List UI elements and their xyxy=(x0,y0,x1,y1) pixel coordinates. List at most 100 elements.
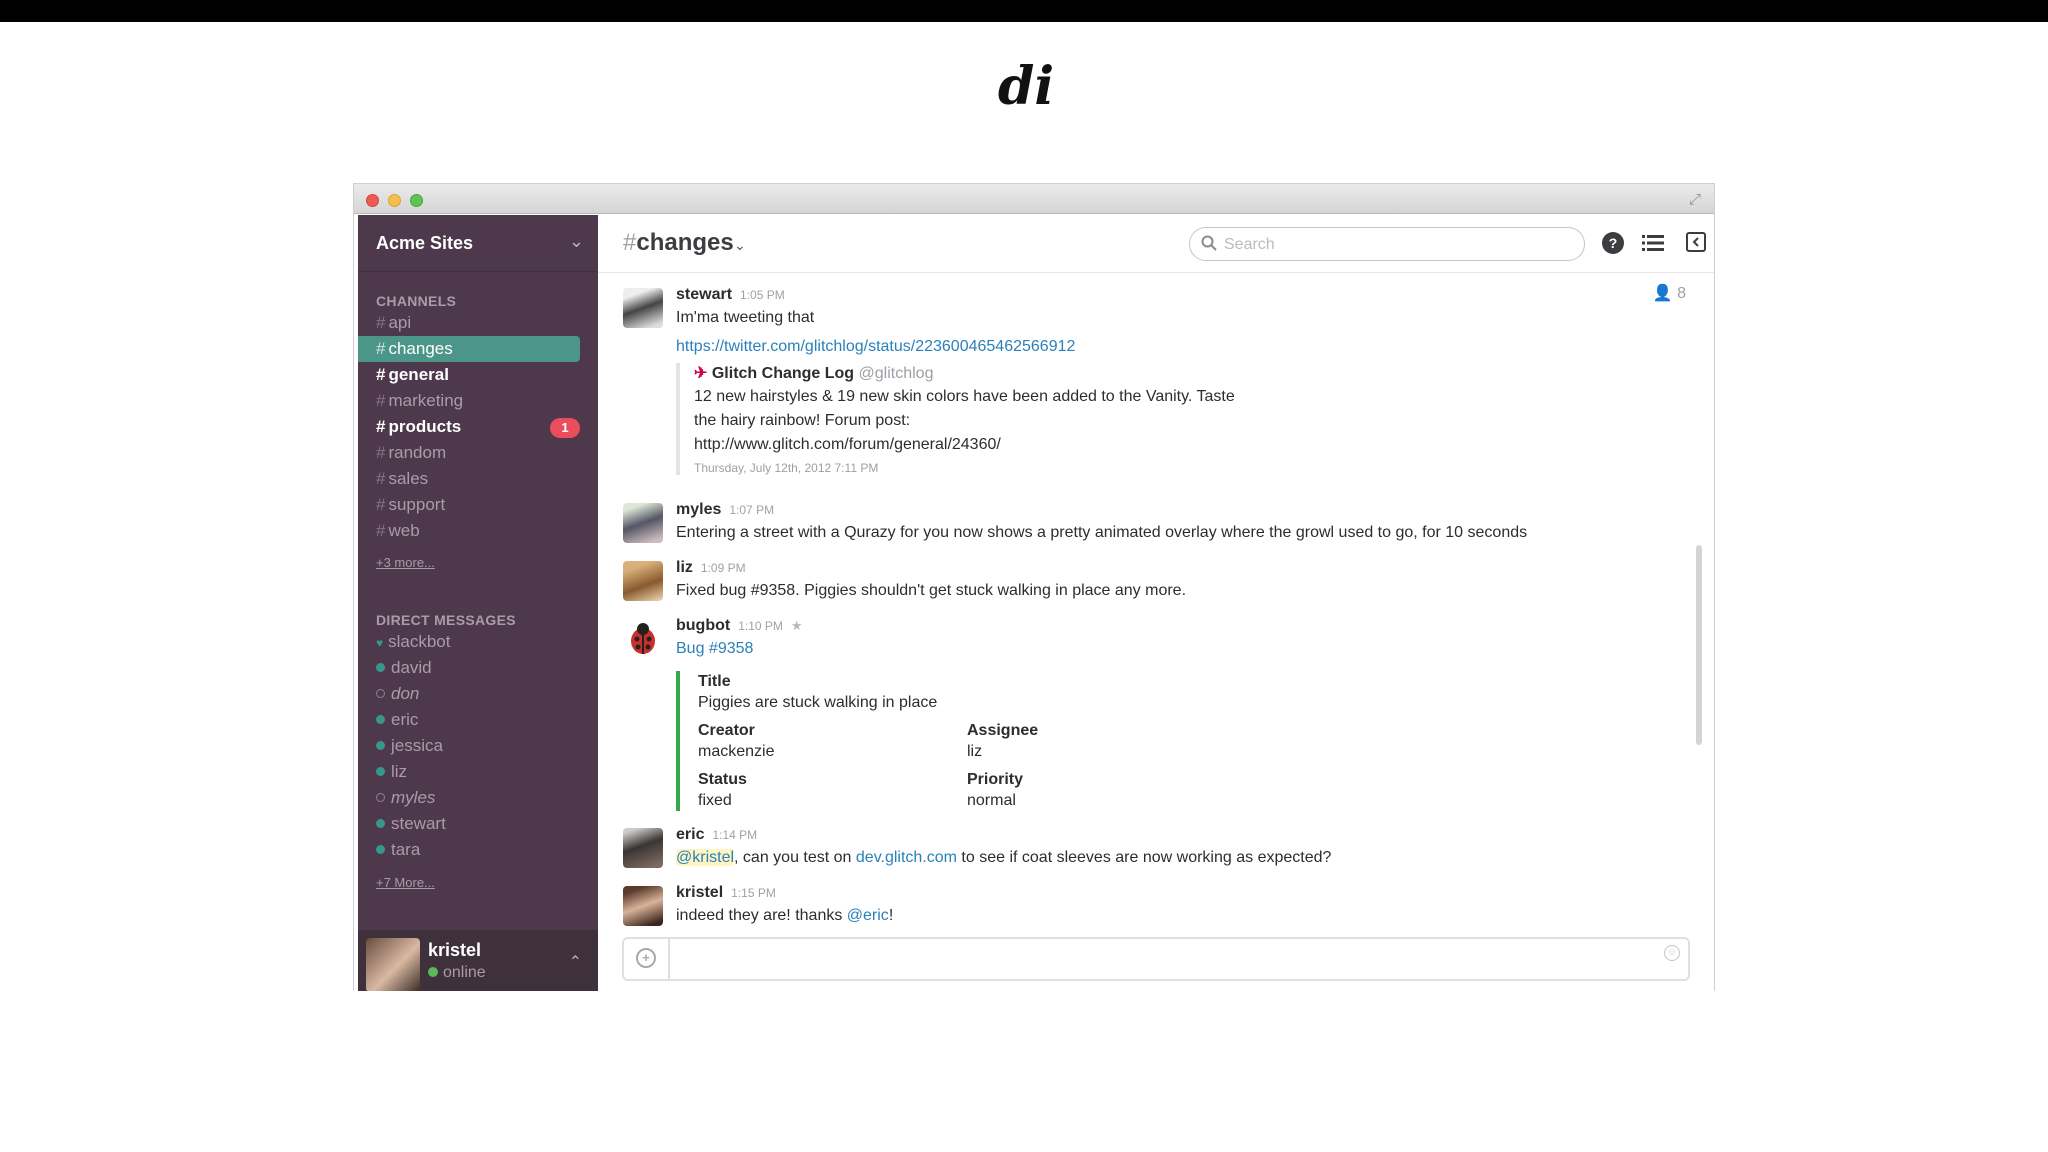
dm-eric[interactable]: eric xyxy=(376,707,418,733)
ladybug-icon[interactable] xyxy=(623,619,663,659)
emoji-icon[interactable]: ☺ xyxy=(1664,945,1680,961)
dm-jessica[interactable]: jessica xyxy=(376,733,443,759)
dev-link[interactable]: dev.glitch.com xyxy=(856,849,957,866)
search-input[interactable] xyxy=(1224,234,1564,256)
sidebar-item-products[interactable]: # products 1 xyxy=(358,414,580,440)
avatar[interactable] xyxy=(623,288,663,328)
sidebar-item-marketing[interactable]: # marketing xyxy=(358,388,580,414)
channel-label: changes xyxy=(388,339,453,358)
message-timestamp[interactable]: 1:10 PM xyxy=(738,619,783,633)
avatar[interactable] xyxy=(623,503,663,543)
user-footer[interactable]: kristel online ⌃ xyxy=(358,930,598,991)
channel-header: #changes ⌄ ? xyxy=(598,215,1714,273)
team-menu[interactable]: Acme Sites ⌄ xyxy=(358,215,598,272)
dm-liz[interactable]: liz xyxy=(376,759,407,785)
user-mention[interactable]: @eric xyxy=(847,907,889,924)
message-author[interactable]: myles xyxy=(676,501,721,518)
chevron-up-icon[interactable]: ⌃ xyxy=(569,952,582,972)
panel-arrow-icon xyxy=(1692,237,1699,247)
presence-active-icon xyxy=(376,715,385,724)
message-text: indeed they are! thanks @eric! xyxy=(676,907,894,924)
presence-active-icon xyxy=(376,663,385,672)
presence-away-icon xyxy=(376,689,385,698)
avatar[interactable] xyxy=(623,886,663,926)
message-input[interactable] xyxy=(680,948,1640,970)
message-timestamp[interactable]: 1:15 PM xyxy=(731,886,776,900)
bird-icon: ✈ xyxy=(694,365,708,382)
message-list: 👤 8 stewart 1:05 PM Im'ma tweeting that h… xyxy=(598,273,1714,926)
message-timestamp[interactable]: 1:07 PM xyxy=(729,503,774,517)
heart-icon: ♥ xyxy=(376,636,384,650)
channel-label: support xyxy=(388,495,446,514)
search-icon xyxy=(1201,235,1217,251)
search-box[interactable] xyxy=(1189,227,1585,261)
more-channels-link[interactable]: +3 more... xyxy=(376,555,435,570)
dm-myles[interactable]: myles xyxy=(376,785,435,811)
presence-active-icon xyxy=(376,819,385,828)
channel-label: api xyxy=(388,313,412,332)
zoom-window-button[interactable] xyxy=(410,194,423,207)
help-icon[interactable]: ? xyxy=(1602,232,1624,254)
channel-label: marketing xyxy=(388,391,464,410)
more-dms-link[interactable]: +7 More... xyxy=(376,875,435,890)
chevron-down-icon[interactable]: ⌄ xyxy=(734,237,746,254)
sidebar-item-changes[interactable]: # changes xyxy=(358,336,580,362)
sidebar-item-random[interactable]: # random xyxy=(358,440,580,466)
channels-header[interactable]: CHANNELS xyxy=(376,293,456,309)
presence-away-icon xyxy=(376,793,385,802)
forum-link[interactable]: http://www.glitch.com/forum/general/2436… xyxy=(694,433,1235,457)
sidebar-item-api[interactable]: # api xyxy=(358,310,580,336)
fullscreen-icon[interactable]: ⤢ xyxy=(1686,191,1704,209)
sidebar-item-general[interactable]: # general xyxy=(358,362,580,388)
direct-messages-header[interactable]: DIRECT MESSAGES xyxy=(376,612,516,628)
message-author[interactable]: kristel xyxy=(676,884,723,901)
dm-david[interactable]: david xyxy=(376,655,432,681)
upload-button[interactable]: + xyxy=(624,939,670,979)
top-black-bar xyxy=(0,0,2048,22)
current-user-status: online xyxy=(428,964,486,982)
channel-title[interactable]: #changes xyxy=(623,229,734,257)
channel-label: general xyxy=(388,365,449,384)
channel-label: random xyxy=(388,443,447,462)
svg-text:di: di xyxy=(998,56,1054,117)
brand-logo: di xyxy=(998,56,1054,117)
presence-active-icon xyxy=(376,741,385,750)
attachment-author[interactable]: ✈ Glitch Change Log @glitchlog xyxy=(694,363,1235,383)
message-timestamp[interactable]: 1:09 PM xyxy=(701,561,746,575)
upload-icon: + xyxy=(636,948,656,968)
attachment-text: 12 new hairstyles & 19 new skin colors h… xyxy=(694,388,1235,405)
bug-status-field: Status fixed xyxy=(698,771,747,809)
tweet-link[interactable]: https://twitter.com/glitchlog/status/223… xyxy=(676,336,1676,358)
minimize-window-button[interactable] xyxy=(388,194,401,207)
avatar[interactable] xyxy=(623,561,663,601)
message-text: Fixed bug #9358. Piggies shouldn't get s… xyxy=(676,582,1187,599)
close-window-button[interactable] xyxy=(366,194,379,207)
message-author[interactable]: stewart xyxy=(676,286,732,303)
sidebar-item-support[interactable]: # support xyxy=(358,492,580,518)
sidebar-item-web[interactable]: # web xyxy=(358,518,580,544)
message-text: Entering a street with a Qurazy for you … xyxy=(676,524,1528,541)
scrollbar-thumb[interactable] xyxy=(1696,545,1702,745)
avatar[interactable] xyxy=(623,828,663,868)
bug-link[interactable]: Bug #9358 xyxy=(676,638,1676,660)
dm-don[interactable]: don xyxy=(376,681,419,707)
channel-label: products xyxy=(388,417,462,436)
presence-online-icon xyxy=(428,967,438,977)
message-author[interactable]: eric xyxy=(676,826,704,843)
message-timestamp[interactable]: 1:05 PM xyxy=(740,288,785,302)
message-author[interactable]: liz xyxy=(676,559,693,576)
star-icon[interactable]: ★ xyxy=(791,618,803,633)
dm-stewart[interactable]: stewart xyxy=(376,811,446,837)
message-author[interactable]: bugbot xyxy=(676,617,730,634)
current-user-name: kristel xyxy=(428,940,482,960)
sidebar-item-sales[interactable]: # sales xyxy=(358,466,580,492)
sidebar-toggle-icon[interactable] xyxy=(1686,232,1706,252)
bug-priority-field: Priority normal xyxy=(967,771,1024,809)
chevron-down-icon: ⌄ xyxy=(568,231,584,251)
message-timestamp[interactable]: 1:14 PM xyxy=(712,828,757,842)
dm-slackbot[interactable]: ♥ slackbot xyxy=(376,629,451,655)
dm-tara[interactable]: tara xyxy=(376,837,420,863)
message-text: Im'ma tweeting that xyxy=(676,309,815,326)
list-icon[interactable] xyxy=(1642,232,1664,254)
user-mention[interactable]: @kristel xyxy=(676,849,735,866)
